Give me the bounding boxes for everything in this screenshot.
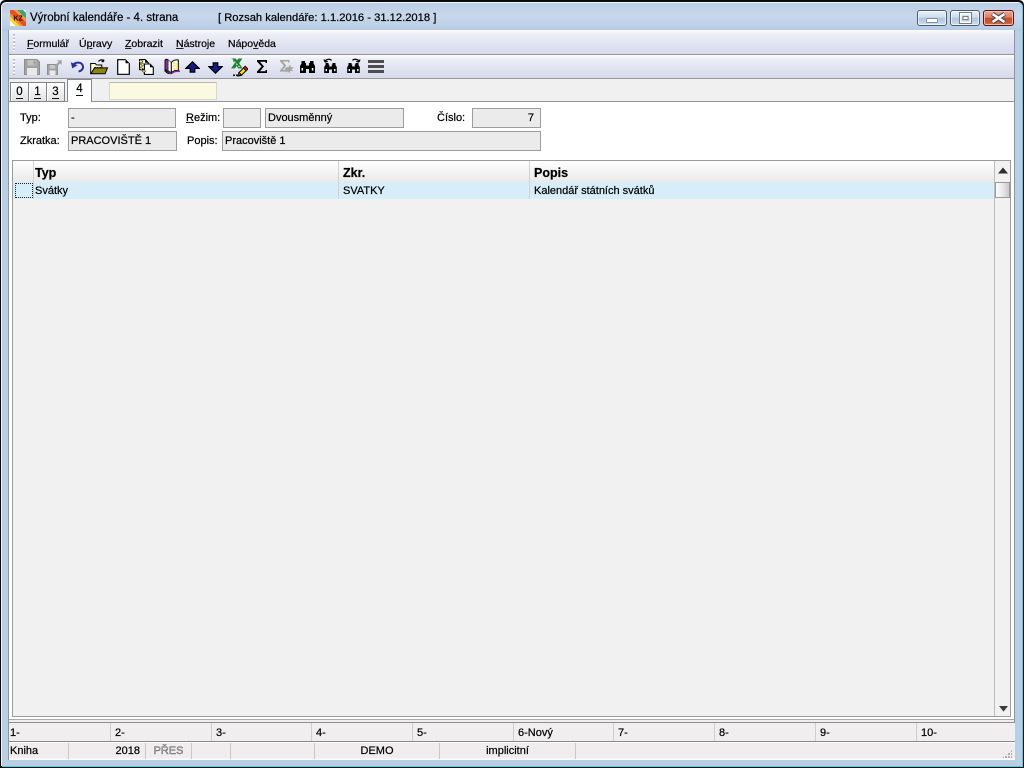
svg-text:KZ: KZ xyxy=(13,16,23,23)
